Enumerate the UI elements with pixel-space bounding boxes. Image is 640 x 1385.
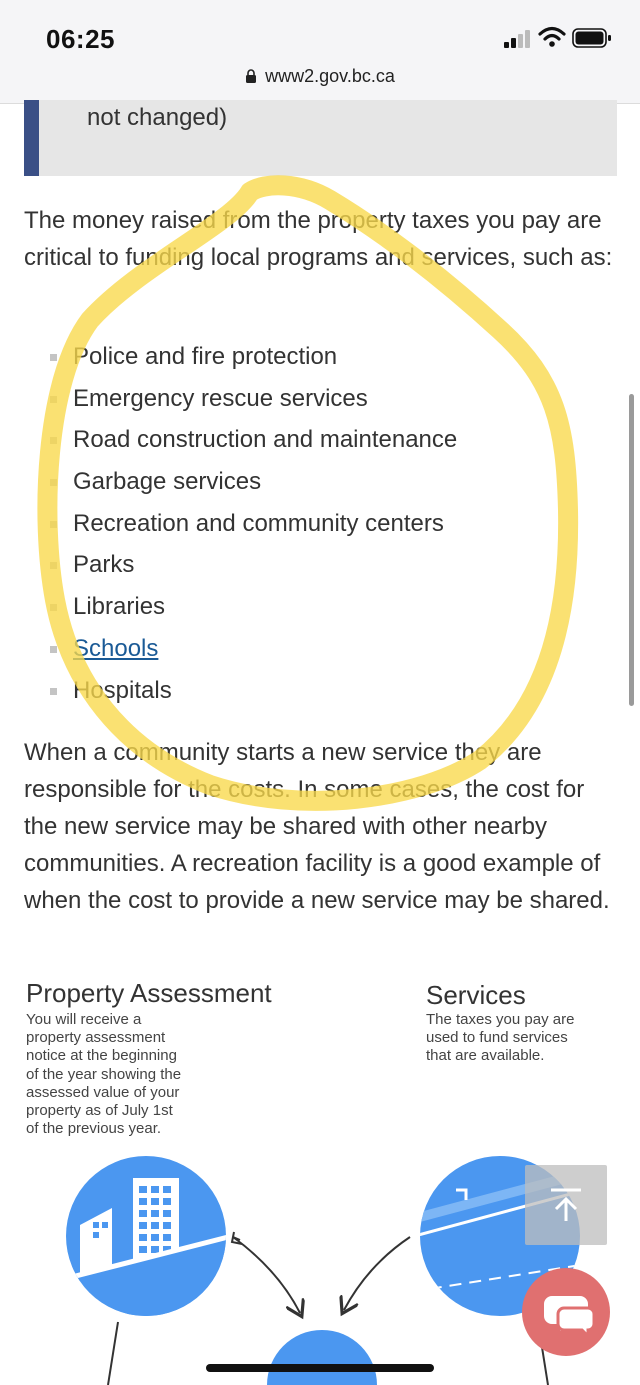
building-icon xyxy=(66,1156,226,1316)
chat-icon xyxy=(544,1296,596,1340)
scroll-to-top-button[interactable] xyxy=(525,1165,607,1245)
home-indicator[interactable] xyxy=(206,1364,434,1372)
page-scrollbar[interactable] xyxy=(629,394,634,706)
chat-button[interactable] xyxy=(522,1268,610,1356)
scroll-to-top-icon xyxy=(551,1188,581,1221)
